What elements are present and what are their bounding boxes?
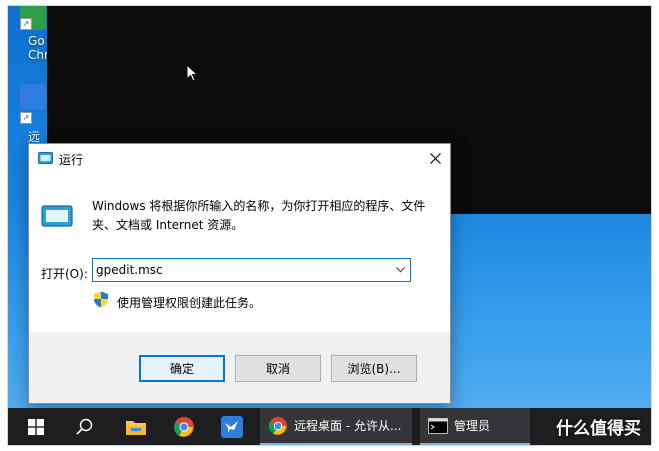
search-icon bbox=[75, 418, 92, 435]
open-label: 打开(O): bbox=[41, 267, 88, 281]
folder-icon bbox=[126, 420, 146, 435]
windows-logo-icon bbox=[28, 418, 44, 435]
dialog-footer: 确定 取消 浏览(B)... bbox=[29, 332, 450, 403]
desktop-icon-label-chrome: Go Chr bbox=[28, 34, 49, 62]
open-combobox[interactable] bbox=[92, 258, 411, 282]
dialog-title: 运行 bbox=[59, 153, 84, 167]
chrome-icon bbox=[268, 416, 288, 435]
open-input-field[interactable] bbox=[96, 261, 386, 279]
chrome-label-line-2: Chr bbox=[28, 48, 49, 62]
desktop: ↗ Go Chr ↗ 远 运行 Windows 将根据你所输入的名称，为你打开相… bbox=[8, 6, 651, 445]
taskbar: 远程桌面 - 允许从... 管理员 bbox=[8, 408, 651, 445]
watermark-text: 什么值得买 bbox=[556, 419, 641, 439]
chevron-down-icon bbox=[395, 267, 405, 273]
uac-shield-icon bbox=[94, 291, 108, 308]
dialog-description: Windows 将根据你所输入的名称，为你打开相应的程序、文件夹、文档或 Int… bbox=[92, 199, 426, 232]
desktop-icon-label-remote: 远 bbox=[28, 130, 40, 144]
taskbar-app-label: 管理员 bbox=[454, 419, 491, 433]
remote-desktop-shortcut-icon[interactable] bbox=[20, 84, 46, 110]
browse-button[interactable]: 浏览(B)... bbox=[331, 355, 417, 382]
taskbar-app-label: 远程桌面 - 允许从... bbox=[294, 419, 402, 433]
close-button[interactable] bbox=[420, 144, 450, 172]
cancel-button[interactable]: 取消 bbox=[235, 355, 321, 382]
dropdown-button[interactable] bbox=[393, 263, 407, 277]
admin-note: 使用管理权限创建此任务。 bbox=[117, 296, 262, 310]
chrome-taskbar-button[interactable] bbox=[162, 408, 206, 445]
close-icon bbox=[429, 152, 441, 164]
dialog-titlebar[interactable]: 运行 bbox=[29, 144, 450, 174]
run-large-icon bbox=[41, 205, 73, 227]
shortcut-arrow-icon: ↗ bbox=[20, 18, 32, 30]
remote-label-line-1: 远 bbox=[28, 130, 41, 144]
watermark-logo: 什么值得买 bbox=[556, 414, 641, 439]
command-prompt-icon bbox=[428, 417, 448, 434]
run-app-icon bbox=[38, 152, 53, 164]
bird-app-icon bbox=[221, 415, 243, 438]
start-button[interactable] bbox=[14, 408, 58, 445]
chrome-icon bbox=[173, 416, 194, 437]
taskbar-app-remote-desktop[interactable]: 远程桌面 - 允许从... bbox=[260, 408, 412, 445]
chrome-label-line-1: Go bbox=[28, 34, 45, 48]
run-dialog: 运行 Windows 将根据你所输入的名称，为你打开相应的程序、文件夹、文档或 … bbox=[28, 143, 451, 404]
shortcut-arrow-icon: ↗ bbox=[20, 112, 32, 124]
mouse-cursor-icon bbox=[186, 64, 198, 82]
bird-app-taskbar-button[interactable] bbox=[210, 408, 254, 445]
ok-button[interactable]: 确定 bbox=[139, 355, 225, 382]
taskbar-app-admin-console[interactable]: 管理员 bbox=[420, 408, 530, 445]
file-explorer-button[interactable] bbox=[114, 408, 158, 445]
search-button[interactable] bbox=[62, 408, 106, 445]
